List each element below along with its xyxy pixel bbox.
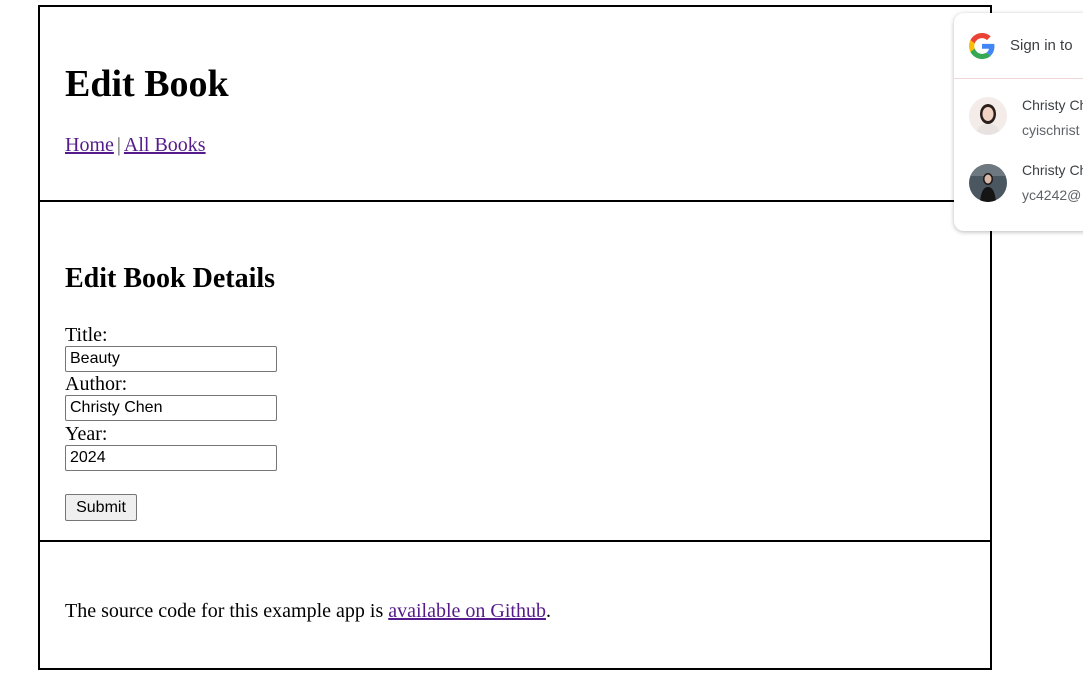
home-link[interactable]: Home	[65, 134, 114, 156]
year-label: Year:	[65, 423, 108, 445]
github-link[interactable]: available on Github	[388, 600, 546, 622]
google-popup-header: Sign in to	[954, 13, 1083, 79]
form-heading: Edit Book Details	[65, 263, 276, 294]
avatar-person-icon	[969, 97, 1007, 135]
avatar	[969, 97, 1007, 135]
title-label: Title:	[65, 324, 108, 346]
google-signin-popup: Sign in to Christy Ch cyischrist Christy…	[954, 13, 1083, 231]
submit-button[interactable]: Submit	[65, 494, 137, 521]
account-name: Christy Ch	[1022, 162, 1083, 178]
edit-form-section: Edit Book Details Title: Author: Year: S…	[40, 202, 990, 542]
google-logo-icon	[969, 33, 995, 59]
account-item[interactable]: Christy Ch yc4242@	[954, 152, 1083, 214]
title-input[interactable]	[65, 346, 277, 372]
google-popup-title: Sign in to	[1010, 37, 1073, 54]
account-item[interactable]: Christy Ch cyischrist	[954, 87, 1083, 149]
nav-bar: Home | All Books	[65, 132, 206, 158]
page-frame: Edit Book Home | All Books Edit Book Detai…	[38, 5, 992, 670]
account-email: cyischrist	[1022, 122, 1080, 138]
header-section: Edit Book Home | All Books	[40, 7, 990, 202]
nav-separator: |	[116, 134, 121, 156]
all-books-link[interactable]: All Books	[124, 134, 206, 156]
author-input[interactable]	[65, 395, 277, 421]
account-name: Christy Ch	[1022, 97, 1083, 113]
account-email: yc4242@	[1022, 187, 1082, 203]
page-title: Edit Book	[65, 63, 229, 105]
footer-text-before: The source code for this example app is	[65, 600, 389, 622]
year-input[interactable]	[65, 445, 277, 471]
avatar	[969, 164, 1007, 202]
footer-text-after: .	[545, 600, 551, 622]
author-label: Author:	[65, 373, 128, 395]
footer-text: The source code for this example app is …	[65, 598, 551, 624]
footer-section: The source code for this example app is …	[40, 544, 990, 668]
avatar-person-icon	[969, 164, 1007, 202]
